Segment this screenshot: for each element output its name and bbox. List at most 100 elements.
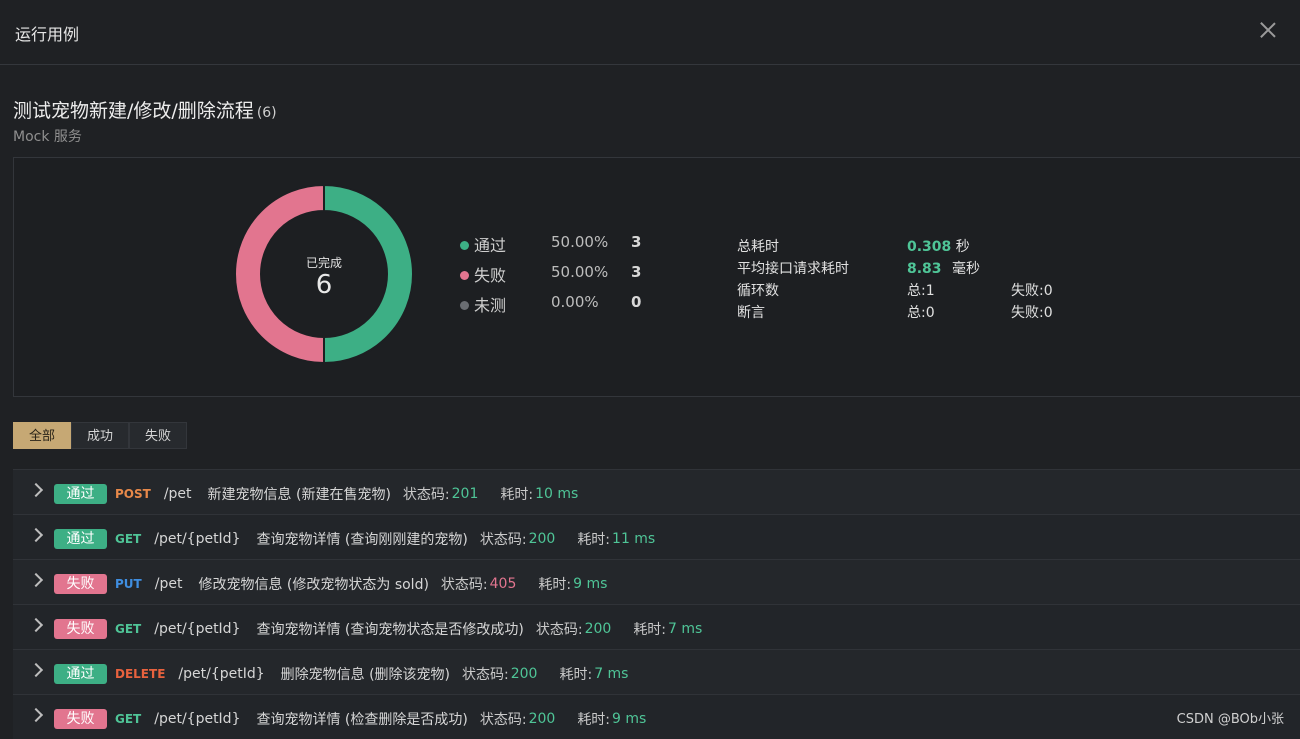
legend-dot-pass [460,241,469,250]
request-path: /pet [154,576,183,592]
case-title: 测试宠物新建/修改/删除流程 (6) [13,96,277,123]
environment-name: Mock 服务 [13,129,82,145]
elapsed-time: 7 ms [668,621,703,637]
status-code: 200 [584,621,612,637]
stat-total-time-unit: 秒 [955,239,970,255]
request-path: /pet/{petId} [154,621,241,637]
status-code-label: 状态码: [535,622,583,638]
request-path: /pet/{petId} [154,711,241,727]
status-code-label: 状态码: [479,532,527,548]
stat-total-time: 0.308 秒 [907,236,970,256]
filter-tab-all[interactable]: 全部 [13,422,72,449]
request-path: /pet [163,486,192,502]
legend-percent: 0.00% [551,293,599,311]
case-count: (6) [256,105,277,121]
chevron-right-icon[interactable] [28,707,44,723]
chevron-right-icon[interactable] [28,527,44,543]
legend-name: 未测 [474,296,507,315]
result-row-content: 失败 GET/pet/{petId} 查询宠物详情 (查询宠物状态是否修改成功) 状态… [54,619,702,639]
legend-percent: 50.00% [551,263,609,281]
donut-center-label: 已完成 [305,256,342,270]
request-description: 修改宠物信息 (修改宠物状态为 sold) [198,577,429,593]
http-method: GET [115,622,142,636]
legend-percent: 50.00% [551,233,609,251]
request-description: 查询宠物详情 (查询宠物状态是否修改成功) [256,622,524,638]
watermark: CSDN @BOb小张 [1176,712,1284,727]
stat-loop-total: 总:1 [907,283,935,299]
time-label: 耗时: [577,712,611,728]
chevron-right-icon[interactable] [28,482,44,498]
result-row[interactable]: 失败 PUT/pet 修改宠物信息 (修改宠物状态为 sold) 状态码: 405 耗时:… [13,559,1300,604]
summary-card: 已完成 6 通过 50.00% 3 失败 50.00% 3 未测 0.00% 0… [13,157,1300,397]
status-badge: 失败 [54,574,107,594]
result-filter-tabs: 全部 成功 失败 [13,422,188,449]
time-label: 耗时: [500,487,534,503]
time-label: 耗时: [538,577,572,593]
status-code: 200 [510,666,538,682]
stat-assert-total: 总:0 [907,305,935,321]
status-badge: 通过 [54,664,107,684]
stat-avg-value: 8.83 [907,261,942,277]
close-icon[interactable] [1254,16,1282,44]
modal-header: 运行用例 [0,0,1300,65]
request-description: 新建宠物信息 (新建在售宠物) [207,487,391,503]
result-row-content: 通过 POST/pet 新建宠物信息 (新建在售宠物) 状态码: 201 耗时: 10 ms [54,484,578,504]
filter-tab-success[interactable]: 成功 [71,422,130,449]
stat-loop-label: 循环数 [737,283,779,299]
modal-title: 运行用例 [15,25,80,44]
status-code: 200 [528,711,556,727]
result-list: 通过 POST/pet 新建宠物信息 (新建在售宠物) 状态码: 201 耗时: 10 ms… [13,469,1300,739]
legend-dot-untested [460,301,469,310]
elapsed-time: 9 ms [612,711,647,727]
legend-count: 0 [631,293,642,311]
http-method: DELETE [115,667,166,681]
request-description: 删除宠物信息 (删除该宠物) [280,667,451,683]
result-row[interactable]: 失败 GET/pet/{petId} 查询宠物详情 (检查删除是否成功) 状态码: 20… [13,694,1300,739]
status-code-label: 状态码: [402,487,450,503]
status-badge: 失败 [54,709,107,729]
chevron-right-icon[interactable] [28,617,44,633]
status-code-label: 状态码: [440,577,488,593]
stat-total-time-value: 0.308 [907,239,952,255]
request-path: /pet/{petId} [154,531,241,547]
elapsed-time: 11 ms [612,531,656,547]
result-row[interactable]: 通过 GET/pet/{petId} 查询宠物详情 (查询刚刚建的宠物) 状态码: 20… [13,514,1300,559]
legend-name: 失败 [474,266,507,285]
donut-center-value: 6 [315,270,333,300]
status-code: 201 [451,486,479,502]
stat-assert-fail: 失败:0 [1011,305,1053,321]
status-badge: 通过 [54,529,107,549]
time-label: 耗时: [559,667,593,683]
filter-tab-fail[interactable]: 失败 [129,422,188,449]
http-method: GET [115,712,142,726]
result-row-content: 通过 DELETE/pet/{petId} 删除宠物信息 (删除该宠物) 状态码: 20… [54,664,628,684]
chevron-right-icon[interactable] [28,662,44,678]
case-title-text: 测试宠物新建/修改/删除流程 [13,100,254,122]
http-method: POST [115,487,151,501]
result-row-content: 失败 PUT/pet 修改宠物信息 (修改宠物状态为 sold) 状态码: 405 耗时:… [54,574,607,594]
status-code-label: 状态码: [462,667,509,683]
stat-loop-fail: 失败:0 [1011,283,1053,299]
elapsed-time: 7 ms [594,666,629,682]
stat-total-time-label: 总耗时 [737,239,779,255]
elapsed-time: 9 ms [573,576,608,592]
request-path: /pet/{petId} [178,666,265,682]
stat-avg-unit: 毫秒 [952,261,980,277]
stat-assert-label: 断言 [737,305,765,321]
http-method: PUT [115,577,142,591]
http-method: GET [115,532,142,546]
status-badge: 失败 [54,619,107,639]
result-row-content: 失败 GET/pet/{petId} 查询宠物详情 (检查删除是否成功) 状态码: 20… [54,709,646,729]
status-code: 405 [489,576,517,592]
status-badge: 通过 [54,484,107,504]
result-row[interactable]: 通过 DELETE/pet/{petId} 删除宠物信息 (删除该宠物) 状态码: 20… [13,649,1300,694]
result-row-content: 通过 GET/pet/{petId} 查询宠物详情 (查询刚刚建的宠物) 状态码: 20… [54,529,655,549]
result-row[interactable]: 通过 POST/pet 新建宠物信息 (新建在售宠物) 状态码: 201 耗时: 10 ms [13,469,1300,514]
legend-count: 3 [631,263,642,281]
legend-dot-fail [460,271,469,280]
legend-name: 通过 [474,236,507,255]
chevron-right-icon[interactable] [28,572,44,588]
request-description: 查询宠物详情 (检查删除是否成功) [256,712,468,728]
time-label: 耗时: [577,532,611,548]
result-row[interactable]: 失败 GET/pet/{petId} 查询宠物详情 (查询宠物状态是否修改成功) 状态… [13,604,1300,649]
